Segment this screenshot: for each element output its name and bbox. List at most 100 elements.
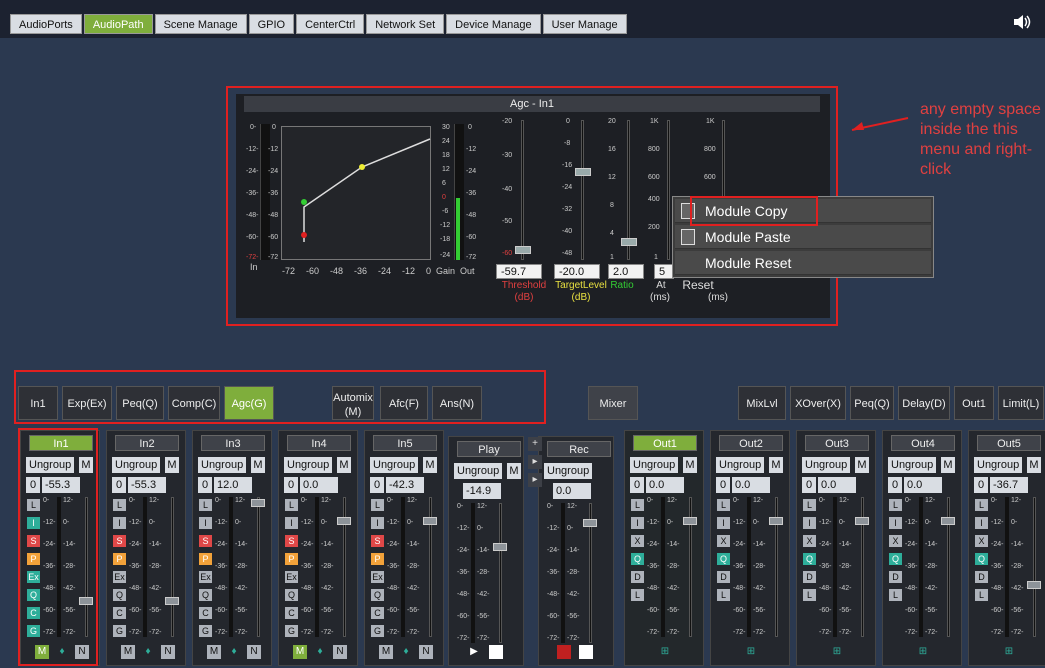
m-button[interactable]: M xyxy=(941,457,955,473)
menu-item-module-reset[interactable]: Module Reset xyxy=(675,251,931,275)
side-button-l[interactable]: L xyxy=(717,589,730,601)
m-button[interactable]: M xyxy=(337,457,351,473)
side-button-ex[interactable]: Ex xyxy=(371,571,384,583)
module-limit[interactable]: Limit(L) xyxy=(998,386,1044,420)
ungroup-button[interactable]: Ungroup xyxy=(284,457,333,473)
side-button-s[interactable]: S xyxy=(371,535,384,547)
ungroup-button[interactable]: Ungroup xyxy=(198,457,247,473)
target-slider-track[interactable] xyxy=(581,120,584,260)
m-bottom-button[interactable]: M xyxy=(121,645,135,659)
n-bottom-button[interactable]: N xyxy=(161,645,175,659)
side-button-q[interactable]: Q xyxy=(889,553,902,565)
side-button-i[interactable]: I xyxy=(803,517,816,529)
output-link-icon[interactable]: ⊞ xyxy=(744,645,758,659)
channel-name[interactable]: In3 xyxy=(201,435,265,451)
fader-knob[interactable] xyxy=(583,519,597,527)
side-button-l[interactable]: L xyxy=(803,589,816,601)
fader-knob[interactable] xyxy=(855,517,869,525)
target-value[interactable]: -20.0 xyxy=(554,264,600,279)
side-button-d[interactable]: D xyxy=(631,571,644,583)
play-arrow-icon[interactable]: ▸ xyxy=(528,455,542,469)
side-button-q[interactable]: Q xyxy=(199,589,212,601)
side-button-l[interactable]: L xyxy=(975,499,988,511)
zero-button[interactable]: 0 xyxy=(802,477,816,493)
side-button-s[interactable]: S xyxy=(113,535,126,547)
output-link-icon[interactable]: ⊞ xyxy=(830,645,844,659)
zero-button[interactable]: 0 xyxy=(112,477,126,493)
fader-knob[interactable] xyxy=(493,543,507,551)
side-button-i[interactable]: I xyxy=(717,517,730,529)
m-bottom-button[interactable]: M xyxy=(379,645,393,659)
side-button-ex[interactable]: Ex xyxy=(285,571,298,583)
m-button[interactable]: M xyxy=(1027,457,1041,473)
side-button-p[interactable]: P xyxy=(199,553,212,565)
tab-gpio[interactable]: GPIO xyxy=(248,14,295,34)
ungroup-button[interactable]: Ungroup xyxy=(544,463,593,479)
ratio-value[interactable]: 2.0 xyxy=(608,264,644,279)
ungroup-button[interactable]: Ungroup xyxy=(112,457,161,473)
menu-item-module-paste[interactable]: Module Paste xyxy=(675,225,931,249)
side-button-i[interactable]: I xyxy=(631,517,644,529)
mic-icon[interactable]: ♦ xyxy=(399,645,413,659)
n-bottom-button[interactable]: N xyxy=(247,645,261,659)
fader-track[interactable] xyxy=(257,497,260,637)
side-button-c[interactable]: C xyxy=(371,607,384,619)
side-button-x[interactable]: X xyxy=(717,535,730,547)
output-link-icon[interactable]: ⊞ xyxy=(658,645,672,659)
zero-button[interactable]: 0 xyxy=(888,477,902,493)
side-button-l[interactable]: L xyxy=(975,589,988,601)
module-peq[interactable]: Peq(Q) xyxy=(116,386,164,420)
side-button-x[interactable]: X xyxy=(631,535,644,547)
module-exp[interactable]: Exp(Ex) xyxy=(62,386,112,420)
tab-device-manage[interactable]: Device Manage xyxy=(446,14,541,34)
side-button-i[interactable]: I xyxy=(199,517,212,529)
side-button-l[interactable]: L xyxy=(717,499,730,511)
m-button[interactable]: M xyxy=(769,457,783,473)
gain-value[interactable]: -55.3 xyxy=(128,477,166,493)
output-link-icon[interactable]: ⊞ xyxy=(1002,645,1016,659)
side-button-l[interactable]: L xyxy=(631,589,644,601)
side-button-q[interactable]: Q xyxy=(803,553,816,565)
tab-network-set[interactable]: Network Set xyxy=(366,14,445,34)
side-button-x[interactable]: X xyxy=(975,535,988,547)
output-link-icon[interactable]: ⊞ xyxy=(916,645,930,659)
side-button-g[interactable]: G xyxy=(113,625,126,637)
threshold-slider-track[interactable] xyxy=(521,120,524,260)
side-button-g[interactable]: G xyxy=(199,625,212,637)
side-button-c[interactable]: C xyxy=(199,607,212,619)
module-mixlvl[interactable]: MixLvl xyxy=(738,386,786,420)
fader-track[interactable] xyxy=(171,497,174,637)
side-button-q[interactable]: Q xyxy=(371,589,384,601)
side-button-l[interactable]: L xyxy=(113,499,126,511)
attack-slider-track[interactable] xyxy=(667,120,670,260)
side-button-i[interactable]: I xyxy=(113,517,126,529)
gain-value[interactable]: 0.0 xyxy=(732,477,770,493)
side-button-c[interactable]: C xyxy=(285,607,298,619)
module-agc[interactable]: Agc(G) xyxy=(224,386,274,420)
side-button-q[interactable]: Q xyxy=(113,589,126,601)
side-button-i[interactable]: I xyxy=(975,517,988,529)
attack-value[interactable]: 5 xyxy=(654,264,674,279)
side-button-i[interactable]: I xyxy=(285,517,298,529)
module-delay[interactable]: Delay(D) xyxy=(898,386,950,420)
side-button-g[interactable]: G xyxy=(371,625,384,637)
fader-knob[interactable] xyxy=(165,597,179,605)
m-button[interactable]: M xyxy=(507,463,521,479)
gain-value[interactable]: 0.0 xyxy=(646,477,684,493)
module-out1[interactable]: Out1 xyxy=(954,386,994,420)
fader-knob[interactable] xyxy=(337,517,351,525)
channel-name[interactable]: In2 xyxy=(115,435,179,451)
gain-value[interactable]: -36.7 xyxy=(990,477,1028,493)
side-button-l[interactable]: L xyxy=(631,499,644,511)
ungroup-button[interactable]: Ungroup xyxy=(454,463,503,479)
channel-name[interactable]: Out1 xyxy=(633,435,697,451)
side-button-p[interactable]: P xyxy=(371,553,384,565)
side-button-q[interactable]: Q xyxy=(975,553,988,565)
fader-knob[interactable] xyxy=(769,517,783,525)
threshold-value[interactable]: -59.7 xyxy=(496,264,542,279)
m-button[interactable]: M xyxy=(165,457,179,473)
side-button-q[interactable]: Q xyxy=(285,589,298,601)
zero-button[interactable]: 0 xyxy=(198,477,212,493)
gain-value[interactable]: -14.9 xyxy=(463,483,501,499)
mic-icon[interactable]: ♦ xyxy=(313,645,327,659)
